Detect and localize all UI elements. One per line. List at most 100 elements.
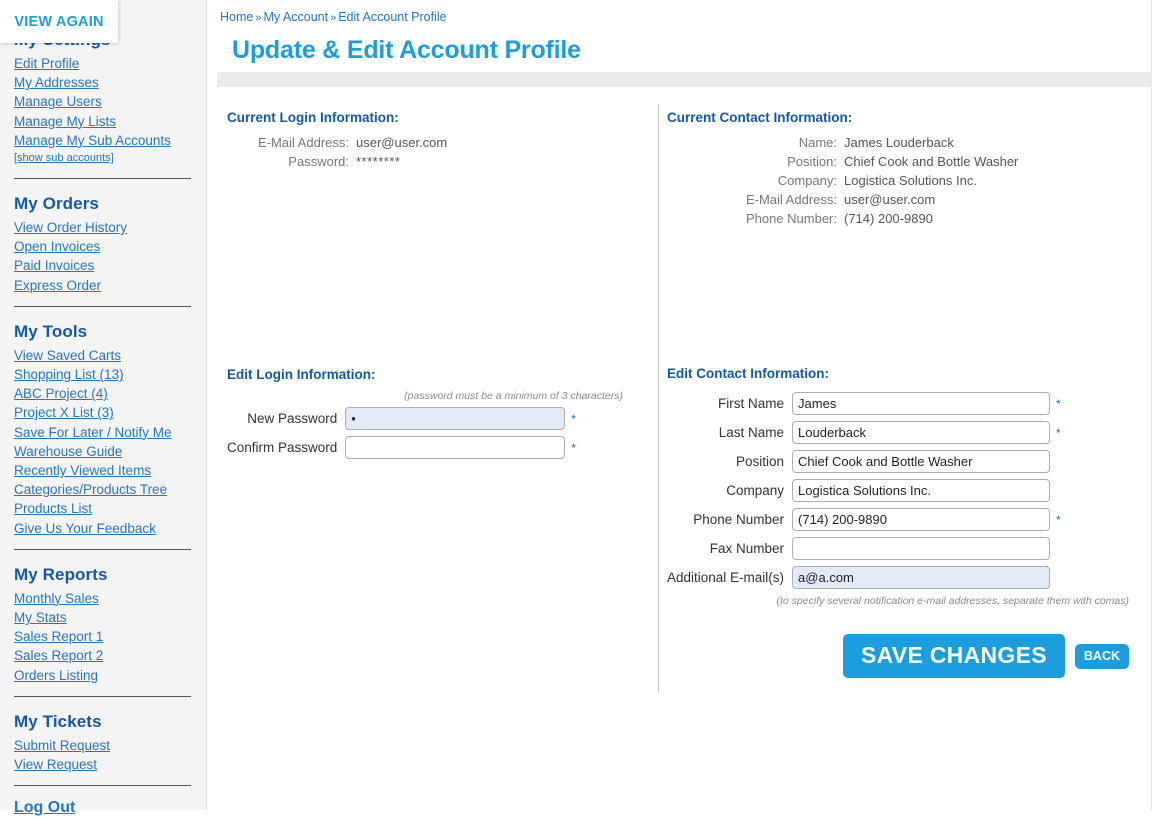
info-label: Phone Number: — [745, 211, 837, 226]
phone-number-input[interactable] — [792, 508, 1051, 531]
sidebar-item-manage-my-lists[interactable]: Manage My Lists — [14, 112, 192, 131]
new-password-label: New Password — [247, 411, 338, 426]
sidebar-groups: My SettingsEdit ProfileMy AddressesManag… — [14, 0, 192, 787]
sidebar-heading: My Tickets — [14, 711, 102, 731]
sidebar-item-project-x-list-3[interactable]: Project X List (3) — [14, 403, 192, 422]
breadcrumb-item-home[interactable]: Home — [220, 10, 253, 24]
confirm-password-required-marker: * — [571, 440, 576, 455]
form-field-cell — [792, 418, 1051, 447]
sidebar-item-show-sub-accounts[interactable]: [show sub accounts] — [14, 150, 192, 167]
sidebar-item-manage-users[interactable]: Manage Users — [14, 92, 192, 111]
title-underbar — [217, 72, 1152, 87]
sidebar-item-my-stats[interactable]: My Stats — [14, 608, 192, 627]
company-input[interactable] — [792, 479, 1051, 502]
fax-number-input[interactable] — [792, 537, 1051, 560]
sidebar-item-view-order-history[interactable]: View Order History — [14, 218, 192, 237]
info-row: Position: Chief Cook and Bottle Washer — [667, 152, 1018, 171]
company-label: Company — [726, 483, 785, 498]
form-row: New Password * — [227, 404, 585, 433]
info-label: Password: — [288, 154, 349, 169]
column-divider — [658, 104, 659, 693]
main-content: Home» My Account» Edit Account Profile Upd… — [207, 0, 1152, 810]
sidebar-item-edit-profile[interactable]: Edit Profile — [14, 54, 192, 73]
sidebar-item-submit-request[interactable]: Submit Request — [14, 736, 192, 755]
sidebar-item-paid-invoices[interactable]: Paid Invoices — [14, 256, 192, 275]
info-label: Name: — [798, 135, 837, 150]
last-name-input[interactable] — [792, 421, 1051, 444]
form-row: Company — [667, 476, 1070, 505]
sidebar-item-shopping-list-13[interactable]: Shopping List (13) — [14, 365, 192, 384]
sidebar-item-recently-viewed-items[interactable]: Recently Viewed Items — [14, 461, 192, 480]
additional-e-mail-s-input[interactable] — [792, 566, 1051, 589]
fax-number-label: Fax Number — [709, 541, 785, 556]
sidebar-item-warehouse-guide[interactable]: Warehouse Guide — [14, 442, 192, 461]
first-name-label: First Name — [718, 396, 785, 411]
edit-contact-title: Edit Contact Information: — [667, 366, 829, 381]
sidebar-item-my-addresses[interactable]: My Addresses — [14, 73, 192, 92]
info-value: user@user.com — [356, 135, 448, 150]
form-actions: SAVE CHANGES BACK — [667, 634, 1147, 678]
current-login-table: E-Mail Address: user@user.com Password: ***… — [227, 133, 447, 171]
sidebar-item-abc-project-4[interactable]: ABC Project (4) — [14, 384, 192, 403]
sidebar-item-categories-products-tree[interactable]: Categories/Products Tree — [14, 480, 192, 499]
password-hint: (password must be a minimum of 3 charact… — [404, 390, 623, 402]
info-row: Phone Number: (714) 200-9890 — [667, 209, 1018, 228]
form-field-cell — [792, 534, 1051, 563]
sidebar-item-orders-listing[interactable]: Orders Listing — [14, 666, 192, 685]
form-row: Position — [667, 447, 1070, 476]
info-value: Chief Cook and Bottle Washer — [844, 154, 1019, 169]
breadcrumb-item-edit-account-profile: Edit Account Profile — [338, 10, 447, 24]
form-row: Fax Number — [667, 534, 1070, 563]
first-name-input[interactable] — [792, 392, 1051, 415]
view-again-overlay[interactable]: VIEW AGAIN — [0, 0, 118, 43]
info-value: (714) 200-9890 — [844, 211, 933, 226]
page-root: My SettingsEdit ProfileMy AddressesManag… — [0, 0, 1152, 816]
new-password-required-marker: * — [571, 411, 576, 426]
new-password-input[interactable] — [345, 407, 566, 430]
info-value: Logistica Solutions Inc. — [844, 173, 977, 188]
sidebar-item-give-us-your-feedback[interactable]: Give Us Your Feedback — [14, 519, 192, 538]
additional-email-hint: (to specify several notification e-mail … — [776, 595, 1129, 607]
page-title: Update & Edit Account Profile — [232, 36, 581, 64]
fax-number-required-marker — [1050, 534, 1070, 563]
sidebar-item-view-saved-carts[interactable]: View Saved Carts — [14, 346, 192, 365]
edit-login-form: New Password * Confirm Password * — [227, 404, 585, 462]
current-contact-table: Name: James Louderback Position: Chief Cook… — [667, 133, 1018, 228]
form-row: Phone Number * — [667, 505, 1070, 534]
form-field-cell — [345, 404, 566, 433]
form-field-cell — [345, 433, 566, 462]
sidebar-item-open-invoices[interactable]: Open Invoices — [14, 237, 192, 256]
position-input[interactable] — [792, 450, 1051, 473]
confirm-password-input[interactable] — [345, 436, 566, 459]
back-button[interactable]: BACK — [1074, 643, 1129, 669]
sidebar-item-view-request[interactable]: View Request — [14, 755, 192, 774]
sidebar-item-log-out[interactable]: Log Out — [14, 798, 192, 817]
edit-login-section: Edit Login Information: (password must b… — [227, 367, 647, 462]
edit-contact-section: Edit Contact Information: First Name * Las… — [667, 366, 1147, 678]
sidebar-item-products-list[interactable]: Products List — [14, 499, 192, 518]
breadcrumb: Home» My Account» Edit Account Profile — [220, 10, 447, 24]
position-required-marker — [1050, 447, 1070, 476]
form-row: Additional E-mail(s) — [667, 563, 1070, 592]
sidebar-item-monthly-sales[interactable]: Monthly Sales — [14, 589, 192, 608]
info-row: Password: ******** — [227, 152, 447, 171]
info-value: user@user.com — [844, 192, 936, 207]
save-changes-button[interactable]: SAVE CHANGES — [842, 634, 1065, 678]
sidebar-item-express-order[interactable]: Express Order — [14, 276, 192, 295]
sidebar-group: My Reports Monthly Sales My Stats Sales Rep… — [14, 550, 192, 697]
current-login-title: Current Login Information: — [227, 110, 399, 125]
form-field-cell — [792, 563, 1051, 592]
breadcrumb-item-my-account[interactable]: My Account — [263, 10, 328, 24]
sidebar-item-sales-report-2[interactable]: Sales Report 2 — [14, 646, 192, 665]
sidebar-group: My Tools View Saved Carts Shopping List (1… — [14, 307, 192, 550]
sidebar-item-manage-my-sub-accounts[interactable]: Manage My Sub Accounts — [14, 131, 192, 150]
last-name-label: Last Name — [718, 425, 785, 440]
first-name-required-marker: * — [1056, 396, 1061, 411]
sidebar-divider — [14, 785, 191, 787]
sidebar-item-save-for-later-notify-me[interactable]: Save For Later / Notify Me — [14, 423, 192, 442]
edit-login-title: Edit Login Information: — [227, 367, 376, 382]
sidebar-item-sales-report-1[interactable]: Sales Report 1 — [14, 627, 192, 646]
phone-number-label: Phone Number — [693, 512, 785, 527]
form-field-cell — [792, 505, 1051, 534]
info-row: E-Mail Address: user@user.com — [667, 190, 1018, 209]
